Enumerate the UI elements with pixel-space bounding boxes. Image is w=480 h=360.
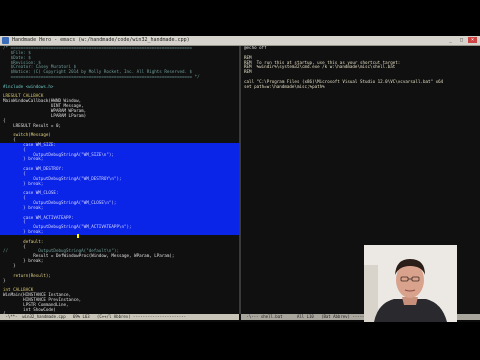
code-line-text: LPARAM LParam) [3,112,87,118]
code-line-text: } break; [3,180,44,186]
code-line-text: /* =====================================… [3,46,193,50]
code-line-text: } [3,277,6,283]
title-bar: Handmade Hero - emacs (w:/handmade/code/… [0,36,480,46]
code-line-text: LRESULT Result = 0; [3,122,61,128]
code-line-text: int ShowCode) [3,306,56,312]
code-line-text: ========================================… [3,74,200,80]
code-line-text: } break; [3,204,44,210]
code-line-text: } break; [3,156,44,162]
code-line-text: } [3,262,16,268]
code-editor-pane[interactable]: /* =====================================… [0,46,239,314]
text-cursor [77,234,79,238]
shell-line-text: set path=w:\handmade\misc;%path% [244,83,325,89]
close-button[interactable]: × [468,37,477,43]
emacs-app-icon [2,37,9,44]
code-line-text: } break; [3,229,44,235]
shell-line[interactable]: set path=w:\handmade\misc;%path% [241,83,480,90]
window-title: Handmade Hero - emacs (w:/handmade/code/… [12,37,190,43]
webcam-overlay [364,245,457,322]
shell-line-text: @echo off [244,46,267,50]
maximize-button[interactable]: □ [457,37,466,43]
shell-line-text: REM [244,69,252,75]
code-line-text: #include <windows.h> [3,83,54,89]
minimize-button[interactable]: _ [446,37,455,43]
code-line-text: return(Result); [3,272,51,278]
presenter-avatar [364,245,457,322]
shell-line-text: REM %windir%\system32\cmd.exe /k w:\hand… [244,64,396,70]
